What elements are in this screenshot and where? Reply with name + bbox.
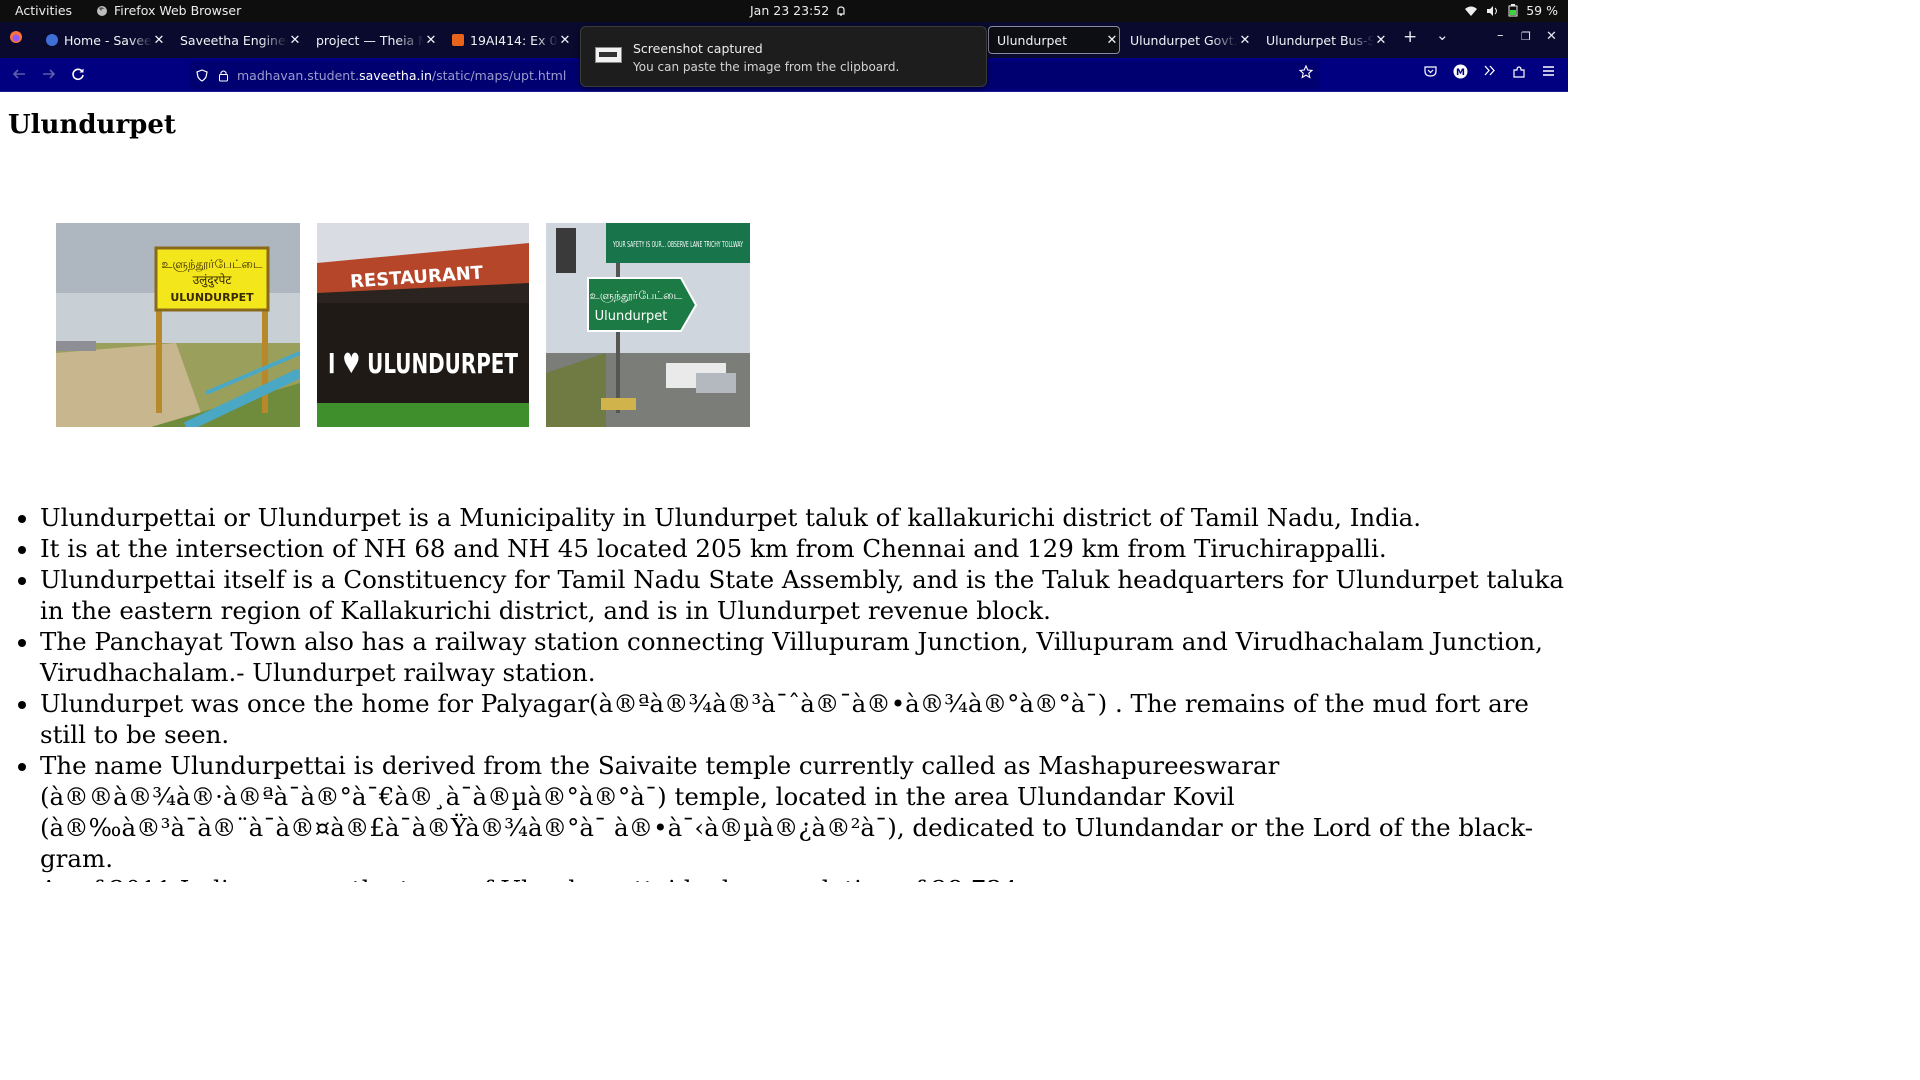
love-text: I ♥ ULUNDURPET xyxy=(328,347,518,380)
page-title: Ulundurpet xyxy=(8,110,176,140)
more-tools-chevrons-icon[interactable] xyxy=(1483,63,1496,81)
bookmark-star-icon[interactable] xyxy=(1298,64,1314,83)
new-tab-plus-icon[interactable]: + xyxy=(1403,27,1417,47)
screenshot-notification[interactable]: Screenshot captured You can paste the im… xyxy=(580,26,987,87)
close-icon[interactable]: ✕ xyxy=(1238,33,1252,48)
sign-line-tamil: உளுந்தூர்பேட்டை xyxy=(162,257,263,272)
close-icon[interactable]: ✕ xyxy=(424,33,438,48)
board-top-text: YOUR SAFETY IS OUR... OBSERVE LANE TRICH… xyxy=(612,240,743,249)
board-english-text: Ulundurpet xyxy=(595,309,668,324)
tab-home-saveetha[interactable]: Home - Saveetha ✕ xyxy=(38,26,166,54)
close-icon[interactable]: ✕ xyxy=(1374,33,1388,48)
list-item: Ulundurpettai or Ulundurpet is a Municip… xyxy=(40,502,1564,533)
board-tamil-text: உளுந்தூர்பேட்டை xyxy=(590,289,683,303)
minimize-icon[interactable]: – xyxy=(1497,28,1504,43)
list-item: The Panchayat Town also has a railway st… xyxy=(40,626,1564,688)
restore-icon[interactable]: ❐ xyxy=(1521,30,1531,43)
close-icon[interactable]: ✕ xyxy=(288,33,302,48)
close-icon[interactable]: ✕ xyxy=(1105,33,1119,48)
list-all-tabs-chevron-icon[interactable]: ⌄ xyxy=(1436,26,1449,44)
window-close-icon[interactable]: ✕ xyxy=(1546,29,1557,44)
lock-icon[interactable] xyxy=(218,69,229,82)
web-page-content: Ulundurpet உளுந்தூர்பேட்டை उलुंदुरपेट UL… xyxy=(0,92,1568,882)
url-text: madhavan.student.saveetha.in/static/maps… xyxy=(237,67,567,83)
battery-icon xyxy=(1508,4,1518,17)
close-icon[interactable]: ✕ xyxy=(558,33,572,48)
list-item: It is at the intersection of NH 68 and N… xyxy=(40,533,1564,564)
system-tray[interactable]: 59 % xyxy=(1464,3,1558,18)
account-avatar-icon[interactable]: M xyxy=(1453,64,1468,83)
notification-title: Screenshot captured xyxy=(633,41,763,56)
facts-list: Ulundurpettai or Ulundurpet is a Municip… xyxy=(40,502,1564,882)
notification-body: You can paste the image from the clipboa… xyxy=(633,60,900,74)
extensions-puzzle-icon[interactable] xyxy=(1512,65,1526,83)
app-name: Firefox Web Browser xyxy=(114,3,242,18)
tab-saveetha-engineering[interactable]: Saveetha Engineering ✕ xyxy=(172,26,302,54)
app-menu[interactable]: Firefox Web Browser xyxy=(96,3,241,18)
activities-button[interactable]: Activities xyxy=(15,3,72,18)
railway-station-sign-image: உளுந்தூர்பேட்டை उलुंदुरपेट ULUNDURPET xyxy=(56,223,300,427)
wifi-icon xyxy=(1465,6,1478,16)
clock-text: Jan 23 23:52 xyxy=(750,3,830,18)
volume-icon xyxy=(1487,5,1498,16)
highway-direction-sign-image: YOUR SAFETY IS OUR... OBSERVE LANE TRICH… xyxy=(546,223,750,427)
reload-icon[interactable] xyxy=(68,64,88,84)
battery-percent: 59 % xyxy=(1526,3,1558,18)
svg-text:M: M xyxy=(1456,68,1465,78)
forward-arrow-icon[interactable] xyxy=(39,64,59,84)
clock-button[interactable]: Jan 23 23:52 xyxy=(750,3,847,18)
tab-ulundurpet-bus-stand[interactable]: Ulundurpet Bus-Stand ✕ xyxy=(1258,26,1388,54)
system-top-bar: Activities Firefox Web Browser Jan 23 23… xyxy=(0,0,1568,22)
sign-line-english: ULUNDURPET xyxy=(170,291,254,304)
alarm-bell-icon xyxy=(837,5,845,16)
list-item: Ulundurpettai itself is a Constituency f… xyxy=(40,564,1564,626)
tab-theia-project[interactable]: project — Theia Multi ✕ xyxy=(308,26,438,54)
tracking-protection-shield-icon[interactable] xyxy=(196,68,208,82)
sign-line-hindi: उलुंदुरपेट xyxy=(193,273,233,288)
tab-ulundurpet[interactable]: Ulundurpet ✕ xyxy=(988,26,1120,54)
close-icon[interactable]: ✕ xyxy=(152,33,166,48)
i-love-ulundurpet-image: RESTAURANT I ♥ ULUNDURPET xyxy=(317,223,529,427)
firefox-view-icon[interactable] xyxy=(9,30,23,48)
screenshot-thumbnail-icon xyxy=(595,47,622,63)
pocket-icon[interactable] xyxy=(1424,65,1437,82)
tab-19ai414[interactable]: 19AI414: Ex 04: ✕ xyxy=(444,26,572,54)
moodle-favicon-icon xyxy=(452,34,464,46)
list-item: As of 2011 India census, the town of Ulu… xyxy=(40,874,1564,882)
firefox-app-icon xyxy=(97,5,107,16)
list-item: Ulundurpet was once the home for Palyaga… xyxy=(40,688,1564,750)
saveetha-favicon-icon xyxy=(46,34,58,46)
list-item: The name Ulundurpettai is derived from t… xyxy=(40,750,1564,874)
hamburger-menu-icon[interactable] xyxy=(1542,65,1555,81)
back-arrow-icon[interactable] xyxy=(9,64,29,84)
tab-ulundurpet-govt-hospital[interactable]: Ulundurpet Govt. Hosp ✕ xyxy=(1122,26,1252,54)
